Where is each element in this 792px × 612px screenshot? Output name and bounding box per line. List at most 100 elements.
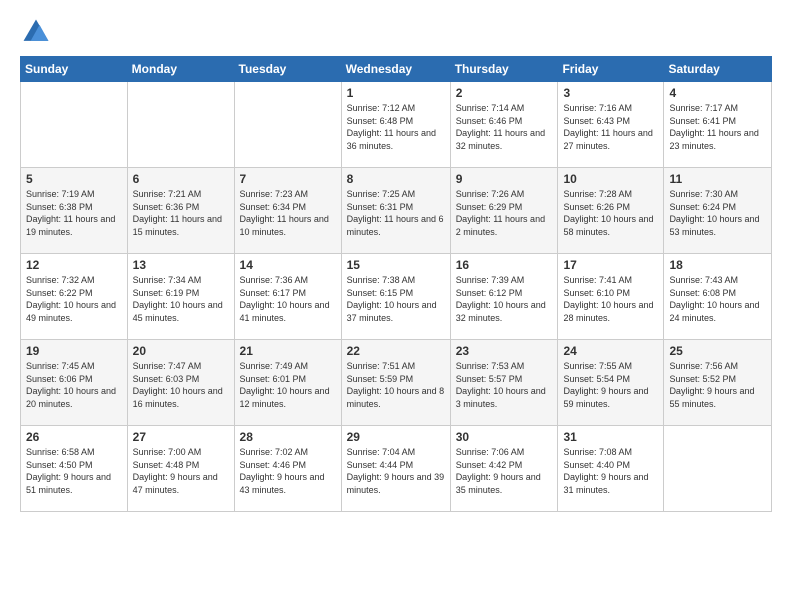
day-info: Sunrise: 7:30 AMSunset: 6:24 PMDaylight:… bbox=[669, 188, 766, 238]
day-number: 16 bbox=[456, 258, 553, 272]
day-number: 3 bbox=[563, 86, 658, 100]
calendar-header-tuesday: Tuesday bbox=[234, 57, 341, 82]
day-info: Sunrise: 7:08 AMSunset: 4:40 PMDaylight:… bbox=[563, 446, 658, 496]
calendar-cell: 26 Sunrise: 6:58 AMSunset: 4:50 PMDayligh… bbox=[21, 426, 128, 512]
calendar-cell: 21 Sunrise: 7:49 AMSunset: 6:01 PMDayligh… bbox=[234, 340, 341, 426]
day-number: 10 bbox=[563, 172, 658, 186]
calendar-week-row: 1Sunrise: 7:12 AMSunset: 6:48 PMDaylight… bbox=[21, 82, 772, 168]
calendar-header-friday: Friday bbox=[558, 57, 664, 82]
day-number: 11 bbox=[669, 172, 766, 186]
calendar-header-thursday: Thursday bbox=[450, 57, 558, 82]
day-number: 30 bbox=[456, 430, 553, 444]
day-number: 1 bbox=[347, 86, 445, 100]
calendar-cell: 11 Sunrise: 7:30 AMSunset: 6:24 PMDayligh… bbox=[664, 168, 772, 254]
calendar-cell: 14 Sunrise: 7:36 AMSunset: 6:17 PMDayligh… bbox=[234, 254, 341, 340]
day-info: Sunrise: 6:58 AMSunset: 4:50 PMDaylight:… bbox=[26, 446, 122, 496]
day-number: 12 bbox=[26, 258, 122, 272]
day-info: Sunrise: 7:39 AMSunset: 6:12 PMDaylight:… bbox=[456, 274, 553, 324]
calendar-cell: 15 Sunrise: 7:38 AMSunset: 6:15 PMDayligh… bbox=[341, 254, 450, 340]
day-info: Sunrise: 7:26 AMSunset: 6:29 PMDaylight:… bbox=[456, 188, 553, 238]
calendar-cell: 12 Sunrise: 7:32 AMSunset: 6:22 PMDayligh… bbox=[21, 254, 128, 340]
calendar-cell: 8Sunrise: 7:25 AMSunset: 6:31 PMDaylight… bbox=[341, 168, 450, 254]
calendar-cell: 20Sunrise: 7:47 AMSunset: 6:03 PMDayligh… bbox=[127, 340, 234, 426]
calendar-cell: 24 Sunrise: 7:55 AMSunset: 5:54 PMDayligh… bbox=[558, 340, 664, 426]
day-number: 19 bbox=[26, 344, 122, 358]
page: SundayMondayTuesdayWednesdayThursdayFrid… bbox=[0, 0, 792, 612]
day-info: Sunrise: 7:36 AMSunset: 6:17 PMDaylight:… bbox=[240, 274, 336, 324]
day-info: Sunrise: 7:06 AMSunset: 4:42 PMDaylight:… bbox=[456, 446, 553, 496]
day-info: Sunrise: 7:45 AMSunset: 6:06 PMDaylight:… bbox=[26, 360, 122, 410]
day-info: Sunrise: 7:55 AMSunset: 5:54 PMDaylight:… bbox=[563, 360, 658, 410]
day-number: 28 bbox=[240, 430, 336, 444]
calendar-table: SundayMondayTuesdayWednesdayThursdayFrid… bbox=[20, 56, 772, 512]
calendar-cell: 6 Sunrise: 7:21 AMSunset: 6:36 PMDaylight… bbox=[127, 168, 234, 254]
day-number: 2 bbox=[456, 86, 553, 100]
day-info: Sunrise: 7:25 AMSunset: 6:31 PMDaylight:… bbox=[347, 188, 445, 238]
day-info: Sunrise: 7:16 AMSunset: 6:43 PMDaylight:… bbox=[563, 102, 658, 152]
day-info: Sunrise: 7:28 AMSunset: 6:26 PMDaylight:… bbox=[563, 188, 658, 238]
day-info: Sunrise: 7:38 AMSunset: 6:15 PMDaylight:… bbox=[347, 274, 445, 324]
day-info: Sunrise: 7:21 AMSunset: 6:36 PMDaylight:… bbox=[133, 188, 229, 238]
day-number: 14 bbox=[240, 258, 336, 272]
day-number: 22 bbox=[347, 344, 445, 358]
day-info: Sunrise: 7:23 AMSunset: 6:34 PMDaylight:… bbox=[240, 188, 336, 238]
calendar-cell: 1Sunrise: 7:12 AMSunset: 6:48 PMDaylight… bbox=[341, 82, 450, 168]
day-number: 21 bbox=[240, 344, 336, 358]
day-info: Sunrise: 7:17 AMSunset: 6:41 PMDaylight:… bbox=[669, 102, 766, 152]
calendar-cell: 13Sunrise: 7:34 AMSunset: 6:19 PMDayligh… bbox=[127, 254, 234, 340]
calendar-cell: 4 Sunrise: 7:17 AMSunset: 6:41 PMDaylight… bbox=[664, 82, 772, 168]
day-number: 15 bbox=[347, 258, 445, 272]
day-number: 24 bbox=[563, 344, 658, 358]
day-info: Sunrise: 7:47 AMSunset: 6:03 PMDaylight:… bbox=[133, 360, 229, 410]
calendar-cell: 18 Sunrise: 7:43 AMSunset: 6:08 PMDayligh… bbox=[664, 254, 772, 340]
logo bbox=[20, 16, 56, 48]
calendar-week-row: 26 Sunrise: 6:58 AMSunset: 4:50 PMDayligh… bbox=[21, 426, 772, 512]
day-info: Sunrise: 7:51 AMSunset: 5:59 PMDaylight:… bbox=[347, 360, 445, 410]
day-number: 4 bbox=[669, 86, 766, 100]
day-info: Sunrise: 7:53 AMSunset: 5:57 PMDaylight:… bbox=[456, 360, 553, 410]
day-info: Sunrise: 7:00 AMSunset: 4:48 PMDaylight:… bbox=[133, 446, 229, 496]
calendar-cell: 30 Sunrise: 7:06 AMSunset: 4:42 PMDayligh… bbox=[450, 426, 558, 512]
calendar-cell: 5Sunrise: 7:19 AMSunset: 6:38 PMDaylight… bbox=[21, 168, 128, 254]
day-number: 25 bbox=[669, 344, 766, 358]
day-number: 7 bbox=[240, 172, 336, 186]
calendar-cell: 23Sunrise: 7:53 AMSunset: 5:57 PMDayligh… bbox=[450, 340, 558, 426]
calendar-header-sunday: Sunday bbox=[21, 57, 128, 82]
calendar-cell: 16 Sunrise: 7:39 AMSunset: 6:12 PMDayligh… bbox=[450, 254, 558, 340]
calendar-cell: 25 Sunrise: 7:56 AMSunset: 5:52 PMDayligh… bbox=[664, 340, 772, 426]
calendar-cell: 28 Sunrise: 7:02 AMSunset: 4:46 PMDayligh… bbox=[234, 426, 341, 512]
day-info: Sunrise: 7:56 AMSunset: 5:52 PMDaylight:… bbox=[669, 360, 766, 410]
calendar-cell: 27Sunrise: 7:00 AMSunset: 4:48 PMDayligh… bbox=[127, 426, 234, 512]
day-info: Sunrise: 7:43 AMSunset: 6:08 PMDaylight:… bbox=[669, 274, 766, 324]
calendar-header-row: SundayMondayTuesdayWednesdayThursdayFrid… bbox=[21, 57, 772, 82]
calendar-header-monday: Monday bbox=[127, 57, 234, 82]
day-number: 17 bbox=[563, 258, 658, 272]
calendar-cell: 17Sunrise: 7:41 AMSunset: 6:10 PMDayligh… bbox=[558, 254, 664, 340]
day-info: Sunrise: 7:02 AMSunset: 4:46 PMDaylight:… bbox=[240, 446, 336, 496]
day-info: Sunrise: 7:14 AMSunset: 6:46 PMDaylight:… bbox=[456, 102, 553, 152]
calendar-cell: 19 Sunrise: 7:45 AMSunset: 6:06 PMDayligh… bbox=[21, 340, 128, 426]
calendar-cell: 31Sunrise: 7:08 AMSunset: 4:40 PMDayligh… bbox=[558, 426, 664, 512]
calendar-header-saturday: Saturday bbox=[664, 57, 772, 82]
calendar-cell: 7 Sunrise: 7:23 AMSunset: 6:34 PMDaylight… bbox=[234, 168, 341, 254]
day-number: 9 bbox=[456, 172, 553, 186]
calendar-cell bbox=[127, 82, 234, 168]
day-info: Sunrise: 7:34 AMSunset: 6:19 PMDaylight:… bbox=[133, 274, 229, 324]
day-number: 26 bbox=[26, 430, 122, 444]
calendar-week-row: 19 Sunrise: 7:45 AMSunset: 6:06 PMDayligh… bbox=[21, 340, 772, 426]
day-info: Sunrise: 7:32 AMSunset: 6:22 PMDaylight:… bbox=[26, 274, 122, 324]
calendar-cell: 2 Sunrise: 7:14 AMSunset: 6:46 PMDaylight… bbox=[450, 82, 558, 168]
day-number: 18 bbox=[669, 258, 766, 272]
day-info: Sunrise: 7:49 AMSunset: 6:01 PMDaylight:… bbox=[240, 360, 336, 410]
calendar-header-wednesday: Wednesday bbox=[341, 57, 450, 82]
calendar-cell bbox=[664, 426, 772, 512]
calendar-cell: 10 Sunrise: 7:28 AMSunset: 6:26 PMDayligh… bbox=[558, 168, 664, 254]
header bbox=[20, 16, 772, 48]
day-number: 6 bbox=[133, 172, 229, 186]
calendar-cell bbox=[21, 82, 128, 168]
logo-icon bbox=[20, 16, 52, 48]
day-info: Sunrise: 7:04 AMSunset: 4:44 PMDaylight:… bbox=[347, 446, 445, 496]
calendar-cell: 3 Sunrise: 7:16 AMSunset: 6:43 PMDaylight… bbox=[558, 82, 664, 168]
calendar-cell: 29Sunrise: 7:04 AMSunset: 4:44 PMDayligh… bbox=[341, 426, 450, 512]
calendar-week-row: 12 Sunrise: 7:32 AMSunset: 6:22 PMDayligh… bbox=[21, 254, 772, 340]
